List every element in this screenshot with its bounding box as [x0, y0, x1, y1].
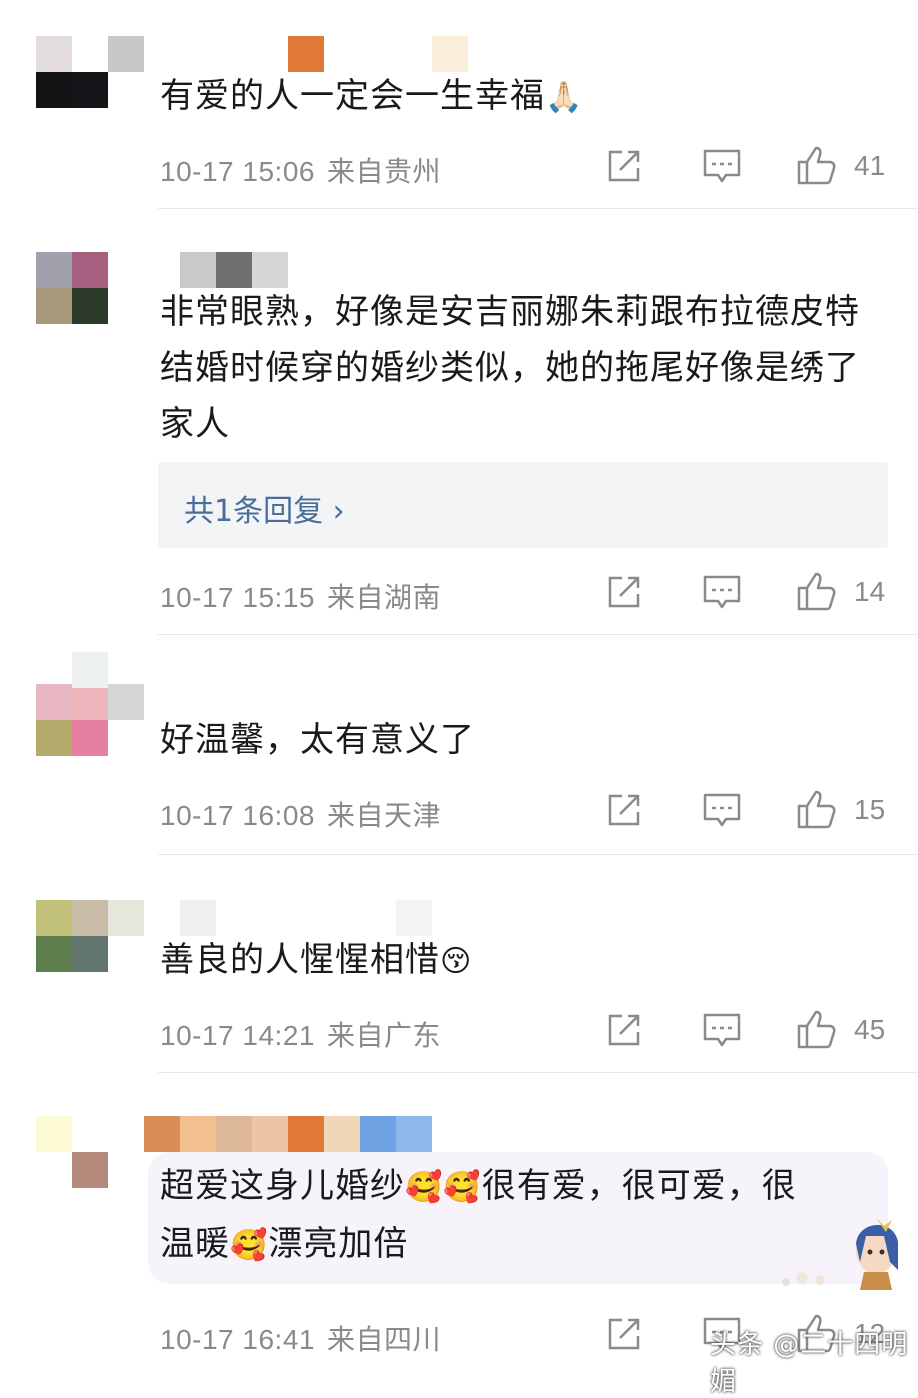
like-count: 15 — [854, 794, 886, 825]
comment-location: 来自广东 — [326, 1020, 441, 1051]
comment-meta: 10-17 16:08 来自天津 — [160, 794, 441, 834]
avatar[interactable] — [36, 252, 108, 324]
like-count: 45 — [854, 1014, 886, 1045]
smiling-hearts-emoji: 🥰 — [230, 1228, 269, 1263]
avatar[interactable] — [36, 900, 144, 972]
comment-date: 10-17 16:41 — [160, 1324, 315, 1355]
thumbs-up-icon[interactable] — [796, 144, 838, 186]
comment-location: 来自湖南 — [326, 582, 441, 613]
comment-date: 10-17 16:08 — [160, 800, 315, 831]
reply-count-label: 共1条回复 › — [184, 494, 345, 529]
share-icon[interactable] — [606, 574, 642, 610]
thumbs-up-icon[interactable] — [796, 1008, 838, 1050]
divider — [158, 634, 918, 635]
like-count: 41 — [854, 150, 886, 181]
kissing-face-emoji: 😚 — [440, 944, 473, 979]
bubble-decoration-icon — [782, 1218, 898, 1290]
comment-date: 10-17 15:06 — [160, 156, 315, 187]
comment-meta: 10-17 16:41 来自四川 — [160, 1318, 441, 1358]
comment-text: 好温馨，太有意义了 — [160, 720, 475, 760]
comment-icon[interactable] — [702, 792, 742, 828]
watermark: 头条 @二十四明媚 — [710, 1330, 909, 1397]
comment-meta: 10-17 15:06 来自贵州 — [160, 150, 441, 190]
reply-expander[interactable]: 共1条回复 › — [158, 462, 888, 548]
avatar[interactable] — [36, 684, 144, 756]
like-count: 14 — [854, 576, 886, 607]
share-icon[interactable] — [606, 148, 642, 184]
comment-meta: 10-17 15:15 来自湖南 — [160, 576, 441, 616]
thumbs-up-icon[interactable] — [796, 570, 838, 612]
divider — [158, 208, 918, 209]
comment-date: 10-17 15:15 — [160, 582, 315, 613]
divider — [158, 854, 918, 855]
smiling-hearts-emoji: 🥰🥰 — [405, 1170, 482, 1205]
share-icon[interactable] — [606, 1012, 642, 1048]
comment-text: 有爱的人一定会一生幸福🙏🏻 — [160, 76, 584, 116]
share-icon[interactable] — [606, 792, 642, 828]
avatar[interactable] — [36, 36, 144, 108]
divider — [158, 1072, 918, 1073]
comment-text: 善良的人惺惺相惜😚 — [160, 940, 473, 980]
comment-location: 来自四川 — [326, 1324, 441, 1355]
thumbs-up-icon[interactable] — [796, 788, 838, 830]
comment-location: 来自天津 — [326, 800, 441, 831]
folded-hands-emoji: 🙏🏻 — [545, 80, 584, 115]
comment-text: 非常眼熟，好像是安吉丽娜朱莉跟布拉德皮特结婚时候穿的婚纱类似，她的拖尾好像是绣了… — [160, 292, 860, 444]
comment-meta: 10-17 14:21 来自广东 — [160, 1014, 441, 1054]
chevron-right-icon: › — [332, 494, 345, 529]
comment-icon[interactable] — [702, 148, 742, 184]
comment-text: 超爱这身儿婚纱🥰🥰很有爱，很可爱，很 温暖🥰漂亮加倍 — [160, 1166, 797, 1264]
share-icon[interactable] — [606, 1316, 642, 1352]
comment-icon[interactable] — [702, 1012, 742, 1048]
avatar[interactable] — [36, 1116, 108, 1188]
comment-date: 10-17 14:21 — [160, 1020, 315, 1051]
comment-icon[interactable] — [702, 574, 742, 610]
comment-location: 来自贵州 — [326, 156, 441, 187]
